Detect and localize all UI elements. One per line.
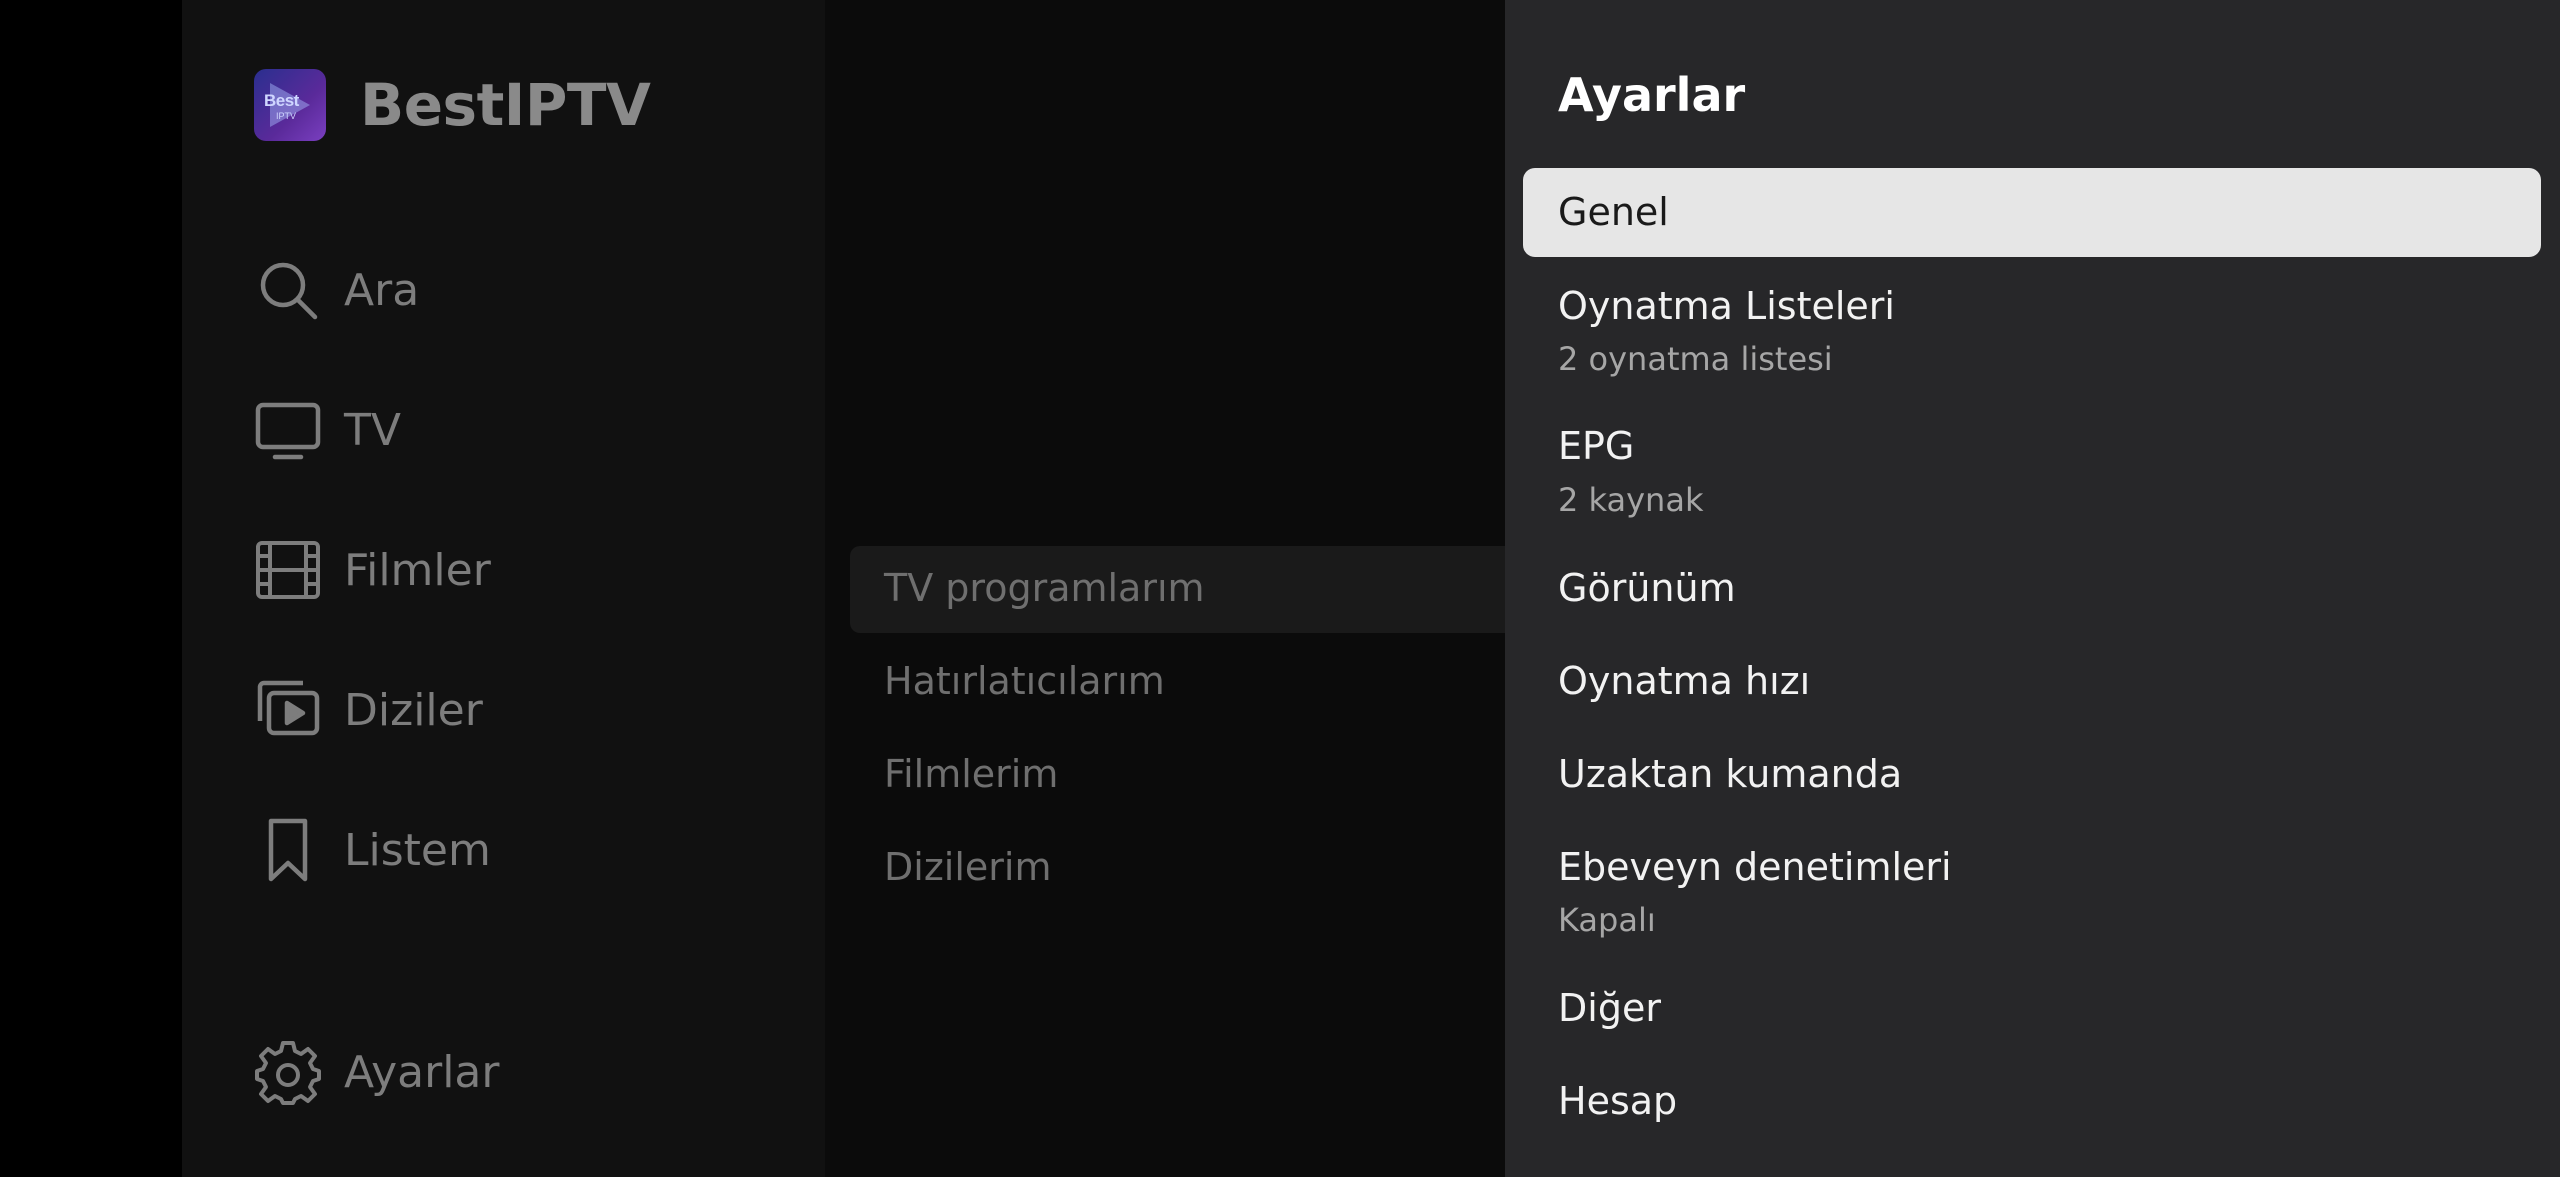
settings-item-remote-control[interactable]: Uzaktan kumanda (1558, 752, 1902, 796)
search-icon (252, 254, 324, 326)
series-play-icon (252, 674, 324, 746)
settings-item-subtitle: 2 kaynak (1558, 481, 1704, 519)
library-item-movies[interactable]: Filmlerim (884, 752, 1058, 796)
sidebar-item-mylist[interactable]: Listem (252, 810, 491, 890)
brand: Best IPTV BestIPTV (254, 68, 651, 142)
settings-item-label: Oynatma Listeleri (1558, 284, 1895, 328)
settings-item-appearance[interactable]: Görünüm (1558, 566, 1736, 610)
library-item-series[interactable]: Dizilerim (884, 845, 1051, 889)
gear-icon (252, 1036, 324, 1108)
sidebar-item-label: Ayarlar (344, 1046, 500, 1098)
settings-item-subtitle: 2 oynatma listesi (1558, 340, 1833, 378)
sidebar-item-tv[interactable]: TV (252, 390, 401, 470)
sidebar-item-label: TV (344, 404, 401, 456)
settings-item-account[interactable]: Hesap (1558, 1079, 1677, 1123)
settings-item-label: Genel (1558, 190, 1669, 234)
film-icon (252, 534, 324, 606)
settings-item-subtitle: Kapalı (1558, 901, 1656, 939)
settings-item-playback-speed[interactable]: Oynatma hızı (1558, 659, 1810, 703)
sidebar-item-label: Diziler (344, 684, 483, 736)
logo-text: Best (264, 91, 299, 110)
library-item-reminders[interactable]: Hatırlatıcılarım (884, 659, 1165, 703)
left-gutter (0, 0, 182, 1177)
tv-icon (252, 394, 324, 466)
settings-item-label: Ebeveyn denetimleri (1558, 845, 1952, 889)
app-name: BestIPTV (360, 71, 651, 139)
settings-item-other[interactable]: Diğer (1558, 986, 1661, 1030)
bookmark-icon (252, 814, 324, 886)
library-item-tv-programs[interactable]: TV programlarım (884, 566, 1205, 610)
sidebar-item-label: Listem (344, 824, 491, 876)
sidebar-item-label: Filmler (344, 544, 491, 596)
sidebar-item-search[interactable]: Ara (252, 250, 419, 330)
sidebar-item-settings[interactable]: Ayarlar (252, 1032, 499, 1112)
settings-item-general[interactable] (1523, 168, 2541, 257)
sidebar: Best IPTV BestIPTV Ara TV Filmler Dizile… (182, 0, 825, 1177)
logo-subtext: IPTV (276, 111, 297, 121)
sidebar-item-label: Ara (344, 264, 420, 316)
sidebar-item-series[interactable]: Diziler (252, 670, 483, 750)
sidebar-item-movies[interactable]: Filmler (252, 530, 491, 610)
app-logo: Best IPTV (254, 69, 326, 141)
settings-title: Ayarlar (1558, 68, 1746, 122)
settings-item-label: EPG (1558, 424, 1635, 468)
